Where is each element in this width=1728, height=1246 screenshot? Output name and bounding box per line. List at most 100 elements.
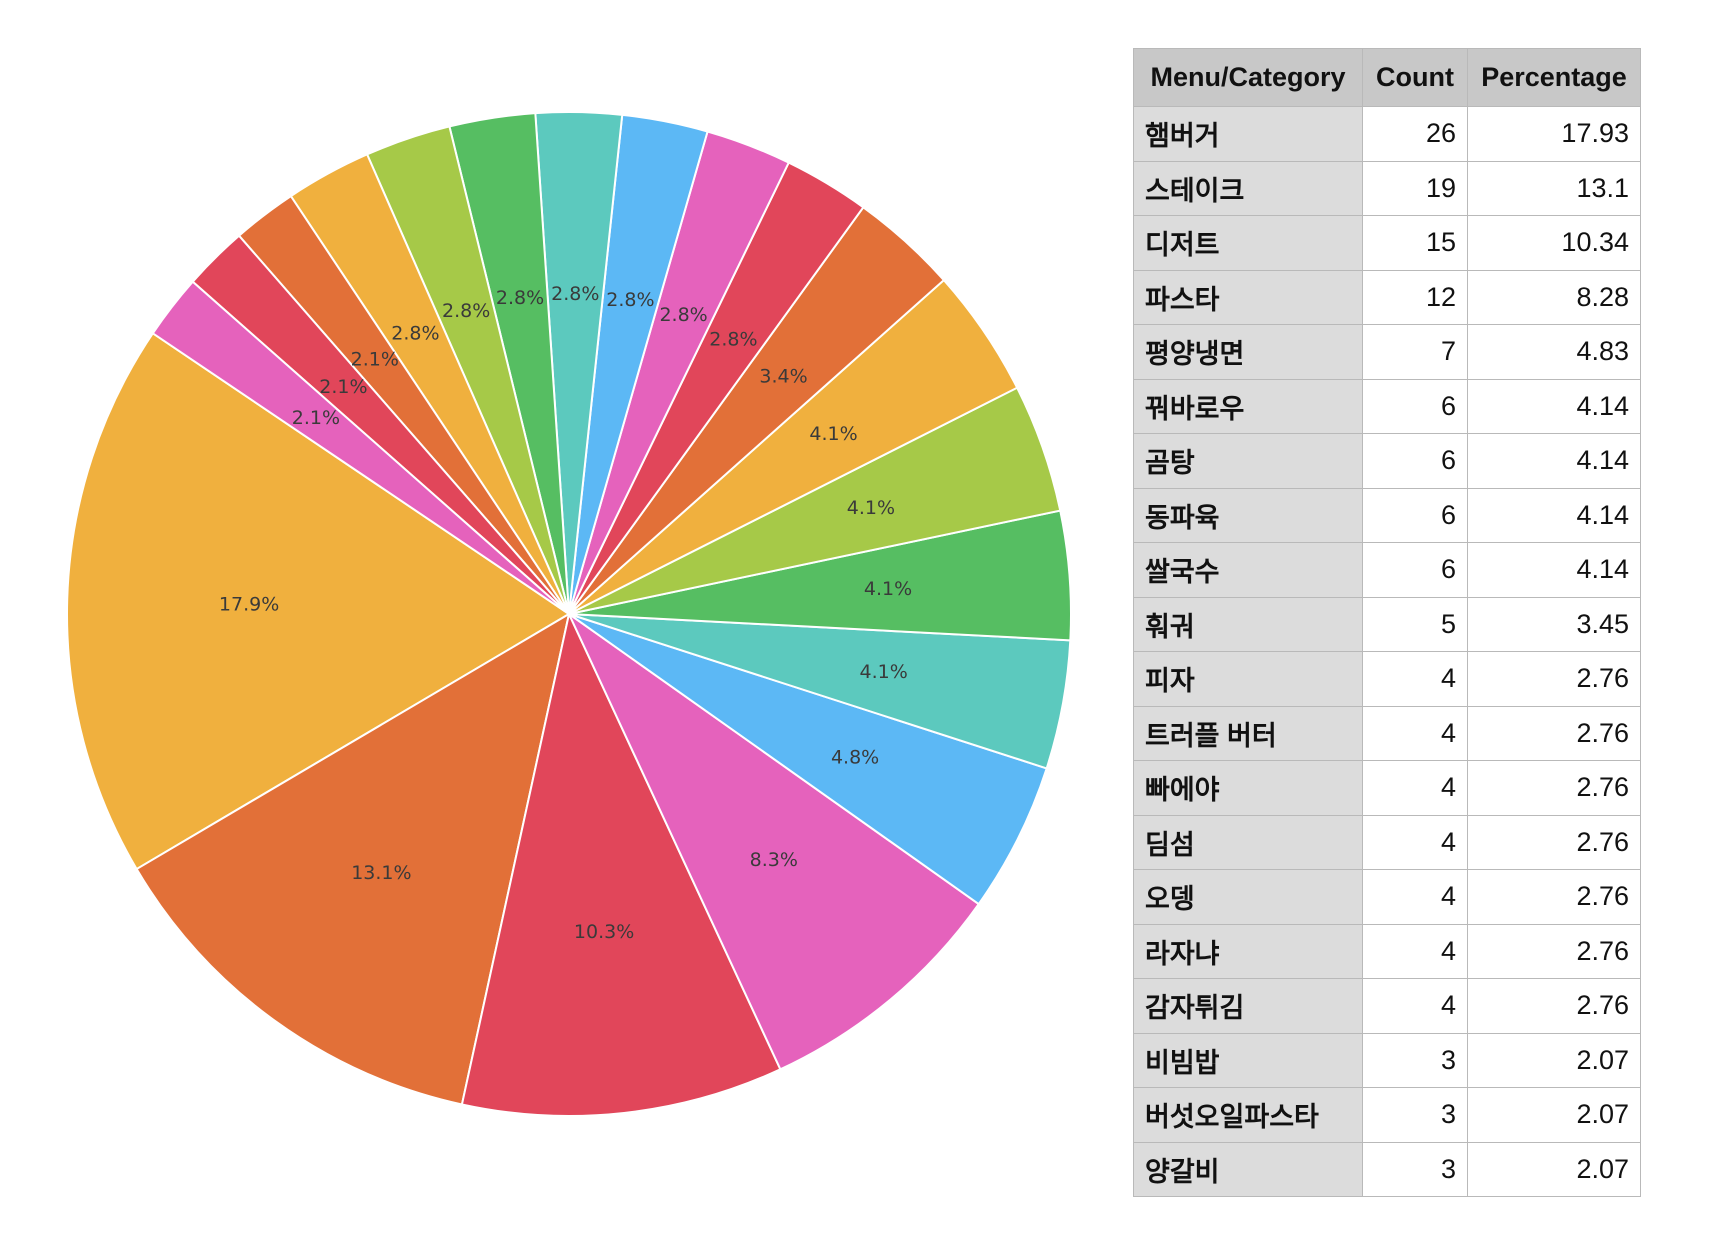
cell-percentage: 4.14 — [1467, 542, 1641, 598]
table-row: 피자 4 2.76 — [1133, 651, 1641, 707]
cell-menu: 피자 — [1133, 651, 1363, 707]
slice-label: 2.8% — [442, 300, 490, 322]
cell-count: 19 — [1362, 160, 1468, 216]
slice-label: 17.9% — [219, 593, 279, 615]
table-row: 오뎅 4 2.76 — [1133, 869, 1641, 925]
slice-label: 2.1% — [319, 376, 367, 398]
cell-count: 4 — [1362, 869, 1468, 925]
cell-count: 6 — [1362, 433, 1468, 489]
slice-label: 4.1% — [809, 423, 857, 445]
header-percentage: Percentage — [1467, 48, 1641, 107]
category-table: Menu/Category Count Percentage 햄버거 26 17.9… — [1133, 48, 1641, 1197]
table-row: 양갈비 3 2.07 — [1133, 1141, 1641, 1197]
table-row: 비빔밥 3 2.07 — [1133, 1032, 1641, 1088]
cell-percentage: 8.28 — [1467, 269, 1641, 325]
table-row: 곰탕 6 4.14 — [1133, 433, 1641, 489]
cell-count: 5 — [1362, 596, 1468, 652]
cell-menu: 쌀국수 — [1133, 542, 1363, 598]
cell-count: 4 — [1362, 923, 1468, 979]
cell-percentage: 2.76 — [1467, 760, 1641, 816]
slice-label: 2.8% — [659, 304, 707, 326]
cell-percentage: 2.76 — [1467, 923, 1641, 979]
cell-count: 4 — [1362, 705, 1468, 761]
slice-label: 2.8% — [709, 329, 757, 351]
table-row: 스테이크 19 13.1 — [1133, 160, 1641, 216]
table-row: 꿔바로우 6 4.14 — [1133, 378, 1641, 434]
cell-percentage: 2.07 — [1467, 1032, 1641, 1088]
table-row: 쌀국수 6 4.14 — [1133, 542, 1641, 598]
cell-menu: 오뎅 — [1133, 869, 1363, 925]
slice-label: 10.3% — [574, 921, 634, 943]
slice-label: 4.1% — [847, 497, 895, 519]
cell-count: 3 — [1362, 1087, 1468, 1143]
cell-menu: 동파육 — [1133, 487, 1363, 543]
slice-label: 4.1% — [860, 661, 908, 683]
cell-percentage: 4.14 — [1467, 433, 1641, 489]
cell-menu: 감자튀김 — [1133, 978, 1363, 1034]
cell-percentage: 10.34 — [1467, 215, 1641, 271]
cell-menu: 트러플 버터 — [1133, 705, 1363, 761]
cell-percentage: 2.76 — [1467, 705, 1641, 761]
cell-count: 4 — [1362, 814, 1468, 870]
cell-count: 3 — [1362, 1141, 1468, 1197]
cell-percentage: 13.1 — [1467, 160, 1641, 216]
table-row: 평양냉면 7 4.83 — [1133, 324, 1641, 380]
table-row: 동파육 6 4.14 — [1133, 487, 1641, 543]
cell-menu: 버섯오일파스타 — [1133, 1087, 1363, 1143]
slice-label: 8.3% — [750, 849, 798, 871]
cell-menu: 비빔밥 — [1133, 1032, 1363, 1088]
cell-menu: 양갈비 — [1133, 1141, 1363, 1197]
header-menu-category: Menu/Category — [1133, 48, 1363, 107]
cell-percentage: 2.07 — [1467, 1141, 1641, 1197]
slice-label: 2.8% — [606, 289, 654, 311]
slice-label: 4.8% — [831, 746, 879, 768]
pie-chart: 17.9% 13.1% 10.3% 8.3% 4.8% 4.1% 4.1% 4.1% 4.1% 3… — [66, 111, 1072, 1117]
cell-count: 26 — [1362, 106, 1468, 162]
cell-menu: 라자냐 — [1133, 923, 1363, 979]
table-row: 감자튀김 4 2.76 — [1133, 978, 1641, 1034]
cell-menu: 햄버거 — [1133, 106, 1363, 162]
cell-percentage: 4.14 — [1467, 487, 1641, 543]
table-row: 빠에야 4 2.76 — [1133, 760, 1641, 816]
cell-count: 4 — [1362, 651, 1468, 707]
cell-count: 6 — [1362, 542, 1468, 598]
cell-percentage: 2.76 — [1467, 978, 1641, 1034]
cell-menu: 훠궈 — [1133, 596, 1363, 652]
cell-menu: 꿔바로우 — [1133, 378, 1363, 434]
cell-count: 6 — [1362, 378, 1468, 434]
cell-count: 6 — [1362, 487, 1468, 543]
slice-label: 3.4% — [759, 366, 807, 388]
cell-percentage: 2.76 — [1467, 814, 1641, 870]
slice-label: 13.1% — [351, 862, 411, 884]
slice-label: 2.1% — [351, 349, 399, 371]
cell-menu: 평양냉면 — [1133, 324, 1363, 380]
slice-label: 2.8% — [551, 283, 599, 305]
cell-menu: 파스타 — [1133, 269, 1363, 325]
table-row: 버섯오일파스타 3 2.07 — [1133, 1087, 1641, 1143]
slice-label: 4.1% — [864, 578, 912, 600]
cell-percentage: 3.45 — [1467, 596, 1641, 652]
table-row: 햄버거 26 17.93 — [1133, 106, 1641, 162]
cell-percentage: 2.07 — [1467, 1087, 1641, 1143]
table-row: 디저트 15 10.34 — [1133, 215, 1641, 271]
slice-label: 2.8% — [496, 287, 544, 309]
header-count: Count — [1362, 48, 1468, 107]
cell-percentage: 4.14 — [1467, 378, 1641, 434]
cell-menu: 곰탕 — [1133, 433, 1363, 489]
cell-menu: 디저트 — [1133, 215, 1363, 271]
cell-percentage: 2.76 — [1467, 651, 1641, 707]
cell-count: 15 — [1362, 215, 1468, 271]
cell-percentage: 4.83 — [1467, 324, 1641, 380]
slice-label: 2.8% — [391, 322, 439, 344]
cell-count: 12 — [1362, 269, 1468, 325]
cell-percentage: 17.93 — [1467, 106, 1641, 162]
table-row: 파스타 12 8.28 — [1133, 269, 1641, 325]
table-row: 훠궈 5 3.45 — [1133, 596, 1641, 652]
cell-percentage: 2.76 — [1467, 869, 1641, 925]
table-row: 라자냐 4 2.76 — [1133, 923, 1641, 979]
cell-menu: 스테이크 — [1133, 160, 1363, 216]
cell-count: 7 — [1362, 324, 1468, 380]
slice-label: 2.1% — [292, 407, 340, 429]
cell-menu: 딤섬 — [1133, 814, 1363, 870]
cell-count: 4 — [1362, 760, 1468, 816]
